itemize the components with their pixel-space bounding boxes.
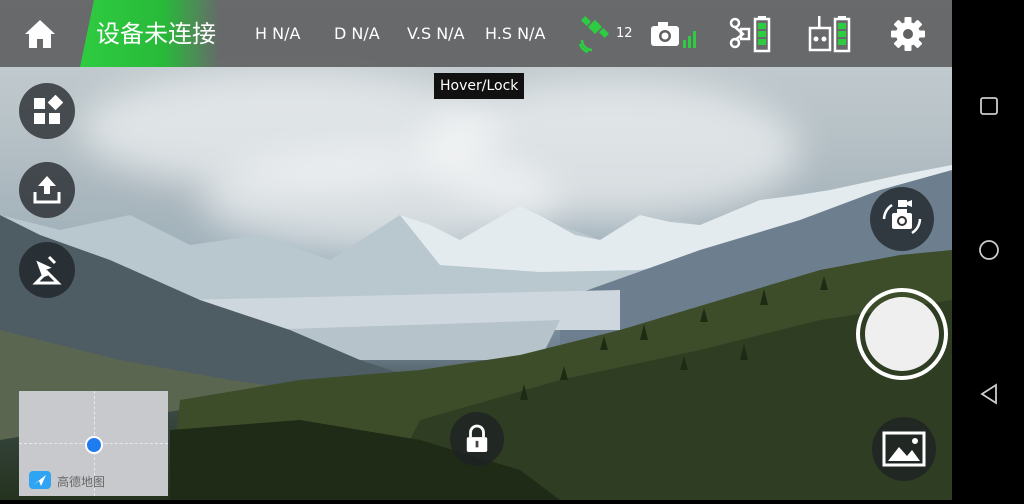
recents-icon <box>980 97 998 115</box>
switch-camera-icon <box>882 200 922 235</box>
apps-button[interactable] <box>19 83 75 139</box>
system-navigation-bar <box>952 0 1024 500</box>
gps-status[interactable] <box>578 14 614 54</box>
settings-button[interactable] <box>890 16 926 52</box>
connection-status: 设备未连接 <box>96 20 216 48</box>
remote-battery-icon <box>808 16 851 53</box>
horizontal-speed-readout: H.S N/A <box>485 24 546 43</box>
satellite-icon <box>578 16 609 54</box>
gear-icon <box>891 17 925 51</box>
takeoff-button[interactable] <box>19 162 75 218</box>
height-readout: H N/A <box>255 24 301 43</box>
home-button[interactable] <box>22 16 58 52</box>
shutter-inner <box>865 297 939 371</box>
back-icon <box>980 383 997 405</box>
remote-battery[interactable] <box>808 14 852 54</box>
amap-logo-icon <box>29 471 51 489</box>
distance-readout: D N/A <box>334 24 380 43</box>
drone-battery-icon <box>729 16 771 53</box>
return-home-button[interactable] <box>19 242 75 298</box>
camera-signal-icon <box>651 22 696 48</box>
takeoff-icon <box>33 176 61 204</box>
lock-button[interactable] <box>450 412 504 466</box>
apps-grid-icon <box>34 95 63 124</box>
home-nav-icon <box>979 240 999 260</box>
location-dot <box>85 436 103 454</box>
switch-camera-button[interactable] <box>870 187 934 251</box>
shutter-button[interactable] <box>856 288 948 380</box>
satellite-count: 12 <box>616 26 633 41</box>
minimap[interactable]: 高德地图 <box>19 391 168 496</box>
gallery-icon <box>882 431 926 467</box>
lock-icon <box>466 424 488 452</box>
home-icon <box>25 20 55 48</box>
vertical-speed-readout: V.S N/A <box>407 24 465 43</box>
hover-lock-tooltip: Hover/Lock <box>434 73 525 99</box>
return-home-icon <box>32 255 62 285</box>
camera-signal[interactable] <box>650 14 700 54</box>
map-provider-label: 高德地图 <box>57 475 106 489</box>
drone-battery[interactable] <box>728 14 772 54</box>
navigation-icons <box>979 97 999 405</box>
gallery-button[interactable] <box>872 417 936 481</box>
